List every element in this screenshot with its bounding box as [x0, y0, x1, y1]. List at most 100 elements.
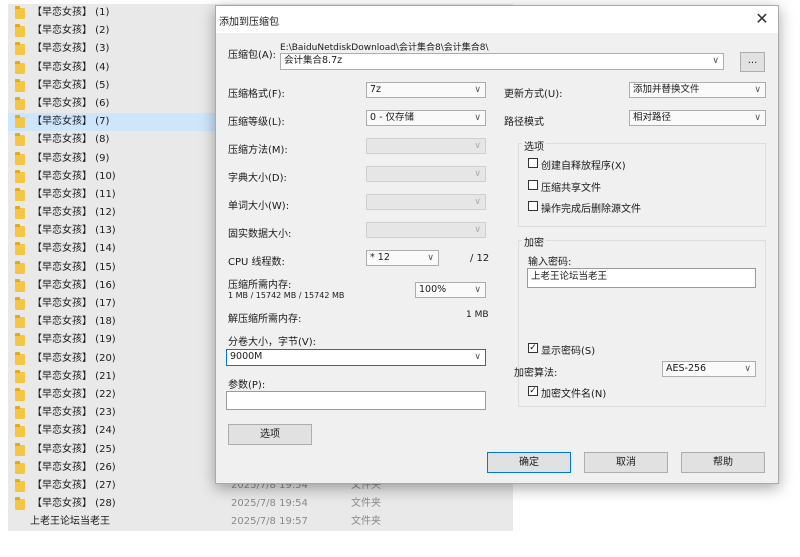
folder-icon [15, 478, 25, 492]
folder-icon [15, 151, 25, 165]
enc-method-combo[interactable]: AES-256 ∨ [662, 361, 756, 377]
sfx-label: 创建自释放程序(X) [541, 161, 626, 172]
format-combo[interactable]: 7z ∨ [366, 82, 486, 98]
enc-method-value: AES-256 [666, 363, 707, 374]
file-row[interactable]: 上老王论坛当老王 2025/7/8 19:57 文件夹 [8, 513, 513, 532]
chevron-down-icon: ∨ [754, 85, 761, 95]
sfx-checkbox[interactable] [528, 158, 538, 168]
file-name: 【早恋女孩】 (4) [32, 61, 110, 73]
folder-icon [15, 115, 25, 129]
file-row[interactable]: 【早恋女孩】 (28) 2025/7/8 19:54 文件夹 [8, 495, 513, 514]
chevron-down-icon: ∨ [754, 113, 761, 123]
method-label: 压缩方法(M): [228, 145, 288, 156]
split-label: 分卷大小，字节(V): [228, 337, 317, 348]
folder-icon [15, 224, 25, 238]
delete-source-label: 操作完成后删除源文件 [541, 204, 641, 215]
file-name: 【早恋女孩】 (3) [32, 43, 110, 55]
ok-button[interactable]: 确定 [487, 452, 571, 473]
level-combo[interactable]: 0 - 仅存储 ∨ [366, 110, 486, 126]
word-label: 单词大小(W): [228, 201, 290, 212]
help-button[interactable]: 帮助 [681, 452, 765, 473]
file-name: 【早恋女孩】 (17) [32, 298, 116, 309]
update-value: 添加并替换文件 [633, 84, 700, 95]
encrypt-names-label: 加密文件名(N) [541, 389, 607, 400]
folder-icon [15, 351, 25, 365]
dialog-title: 添加到压缩包 [219, 17, 279, 28]
mem-decomp-label: 解压缩所需内存: [228, 314, 302, 325]
file-name: 【早恋女孩】 (1) [32, 7, 110, 18]
folder-icon [15, 442, 25, 456]
file-name: 【早恋女孩】 (16) [32, 279, 116, 291]
mem-percent-combo[interactable]: 100% ∨ [415, 282, 486, 298]
update-combo[interactable]: 添加并替换文件 ∨ [629, 82, 766, 98]
threads-max: / 12 [470, 253, 490, 264]
encrypt-names-checkbox[interactable]: ✓ [528, 386, 538, 396]
dict-label: 字典大小(D): [228, 173, 287, 184]
folder-icon [15, 206, 25, 220]
threads-combo[interactable]: * 12 ∨ [366, 250, 439, 266]
password-input[interactable]: 上老王论坛当老王 [527, 268, 756, 288]
file-name: 【早恋女孩】 (23) [32, 407, 116, 419]
split-combo[interactable]: 9000M ∨ [226, 349, 486, 366]
solid-combo: ∨ [366, 222, 486, 238]
path-mode-label: 路径模式 [504, 117, 544, 128]
chevron-down-icon: ∨ [474, 141, 481, 151]
file-name: 【早恋女孩】 (25) [32, 443, 116, 455]
archive-name-combo[interactable]: 会计集合8.7z ∨ [280, 53, 724, 70]
mem-comp-detail: 1 MB / 15742 MB / 15742 MB [228, 291, 345, 300]
params-label: 参数(P): [228, 380, 266, 391]
folder-icon [15, 42, 25, 56]
archive-label: 压缩包(A): [228, 50, 277, 61]
level-label: 压缩等级(L): [228, 117, 285, 128]
solid-label: 固实数据大小: [228, 229, 292, 240]
file-name: 【早恋女孩】 (14) [32, 243, 116, 255]
add-to-archive-dialog: 添加到压缩包 ✕ 压缩包(A): E:\BaiduNetdiskDownload… [215, 5, 779, 484]
format-label: 压缩格式(F): [228, 89, 285, 100]
file-date: 2025/7/8 19:54 [231, 498, 308, 510]
delete-source-checkbox[interactable] [528, 201, 538, 211]
file-name: 【早恋女孩】 (21) [32, 370, 116, 382]
browse-button[interactable]: ... [740, 52, 765, 72]
chevron-down-icon: ∨ [474, 113, 481, 123]
close-icon[interactable]: ✕ [752, 9, 772, 29]
chevron-down-icon: ∨ [474, 285, 481, 295]
file-name: 【早恋女孩】 (9) [32, 152, 110, 164]
file-type: 文件夹 [351, 498, 381, 510]
file-name: 【早恋女孩】 (24) [32, 425, 116, 437]
mem-decomp-value: 1 MB [466, 310, 489, 320]
update-label: 更新方式(U): [504, 89, 563, 100]
folder-icon [15, 242, 25, 256]
file-name: 【早恋女孩】 (26) [32, 461, 116, 473]
folder-icon [15, 369, 25, 383]
file-name: 上老王论坛当老王 [30, 516, 110, 528]
threads-value: * 12 [370, 252, 390, 263]
folder-icon [15, 297, 25, 310]
shared-label: 压缩共享文件 [541, 183, 601, 194]
show-password-checkbox[interactable]: ✓ [528, 343, 538, 353]
file-name: 【早恋女孩】 (28) [32, 498, 116, 510]
path-mode-combo[interactable]: 相对路径 ∨ [629, 110, 766, 126]
file-name: 【早恋女孩】 (19) [32, 334, 116, 346]
chevron-down-icon: ∨ [474, 85, 481, 95]
chevron-down-icon: ∨ [474, 352, 481, 362]
chevron-down-icon: ∨ [744, 364, 751, 374]
file-name: 【早恋女孩】 (13) [32, 225, 116, 237]
dict-combo: ∨ [366, 166, 486, 182]
threads-label: CPU 线程数: [228, 257, 285, 268]
folder-icon [15, 424, 25, 438]
params-input[interactable] [226, 391, 486, 410]
archive-path: E:\BaiduNetdiskDownload\会计集合8\会计集合8\ [280, 43, 489, 53]
file-name: 【早恋女孩】 (5) [32, 79, 110, 91]
options-button[interactable]: 选项 [228, 424, 312, 445]
folder-icon [15, 497, 25, 511]
file-name: 【早恋女孩】 (2) [32, 25, 110, 37]
file-name: 【早恋女孩】 (11) [32, 188, 116, 200]
method-combo: ∨ [366, 138, 486, 154]
folder-icon [15, 169, 25, 183]
chevron-down-icon: ∨ [474, 225, 481, 235]
shared-checkbox[interactable] [528, 180, 538, 190]
level-value: 0 - 仅存储 [370, 112, 415, 123]
cancel-button[interactable]: 取消 [584, 452, 668, 473]
mem-percent-value: 100% [419, 284, 447, 295]
folder-icon [15, 387, 25, 401]
